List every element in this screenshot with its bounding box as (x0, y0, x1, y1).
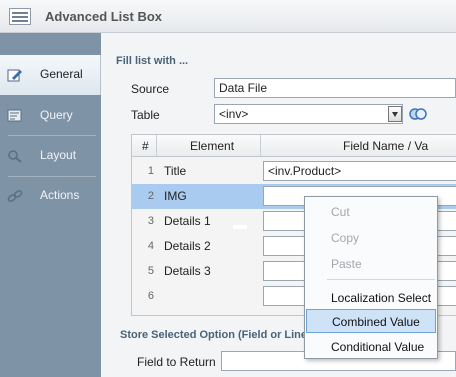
context-menu: Cut Copy Paste Localization Select Combi… (304, 196, 438, 359)
row-element: Details 2 (164, 239, 211, 253)
menu-item-cut[interactable]: Cut (305, 199, 437, 223)
sidebar-item-general[interactable]: General (0, 55, 101, 95)
sidebar-item-actions[interactable]: Actions (0, 176, 101, 216)
source-field[interactable]: Data File (214, 78, 456, 98)
grid-header: # Element Field Name / Va (132, 135, 456, 157)
title-bar: Advanced List Box (0, 0, 456, 33)
column-header-element: Element (190, 139, 235, 153)
row-number: 5 (147, 265, 154, 277)
link-icon[interactable] (409, 107, 427, 121)
row-element: Details 3 (164, 264, 211, 278)
chevron-down-icon[interactable] (388, 106, 402, 122)
sidebar-item-label: Query (40, 108, 73, 122)
menu-item-localization-select[interactable]: Localization Select (305, 285, 437, 309)
row-element: IMG (164, 189, 187, 203)
table-select[interactable]: <inv> (214, 104, 403, 124)
fill-list-section-title: Fill list with ... (116, 55, 189, 67)
menu-item-paste[interactable]: Paste (305, 251, 437, 275)
sidebar-item-layout[interactable]: Layout (0, 136, 101, 176)
row-number: 3 (147, 215, 154, 227)
row-element: Title (164, 164, 187, 178)
menu-item-copy[interactable]: Copy (305, 225, 437, 249)
row-number: 2 (147, 190, 154, 202)
window-title: Advanced List Box (45, 9, 163, 24)
row-element: Details 1 (164, 214, 211, 228)
column-header-number: # (142, 139, 149, 153)
table-row[interactable]: 1 Title <inv.Product> (132, 159, 456, 184)
field-to-return-label: Field to Return (137, 355, 216, 369)
sidebar-item-label: General (40, 67, 83, 81)
row-field-input[interactable]: <inv.Product> (263, 161, 456, 181)
menu-item-conditional-value[interactable]: Conditional Value (305, 334, 437, 358)
menu-separator (327, 279, 435, 280)
store-option-section-title: Store Selected Option (Field or Line (120, 329, 308, 341)
table-label: Table (131, 108, 160, 122)
source-label: Source (131, 82, 170, 96)
link-chain-icon (7, 190, 23, 202)
sidebar: General Query Layout Actions (0, 33, 101, 377)
pencil-icon (7, 69, 22, 82)
column-header-field-name: Field Name / Va (343, 139, 429, 153)
sidebar-item-query[interactable]: Query (0, 96, 101, 136)
row-number: 1 (147, 165, 154, 177)
sidebar-item-label: Layout (40, 148, 77, 162)
magnifier-icon (8, 150, 22, 163)
query-icon (7, 109, 22, 122)
sidebar-item-label: Actions (40, 188, 80, 202)
list-box-icon (9, 8, 31, 25)
row-number: 4 (147, 240, 154, 252)
menu-item-combined-value[interactable]: Combined Value (306, 309, 436, 333)
row-number: 6 (147, 290, 154, 302)
